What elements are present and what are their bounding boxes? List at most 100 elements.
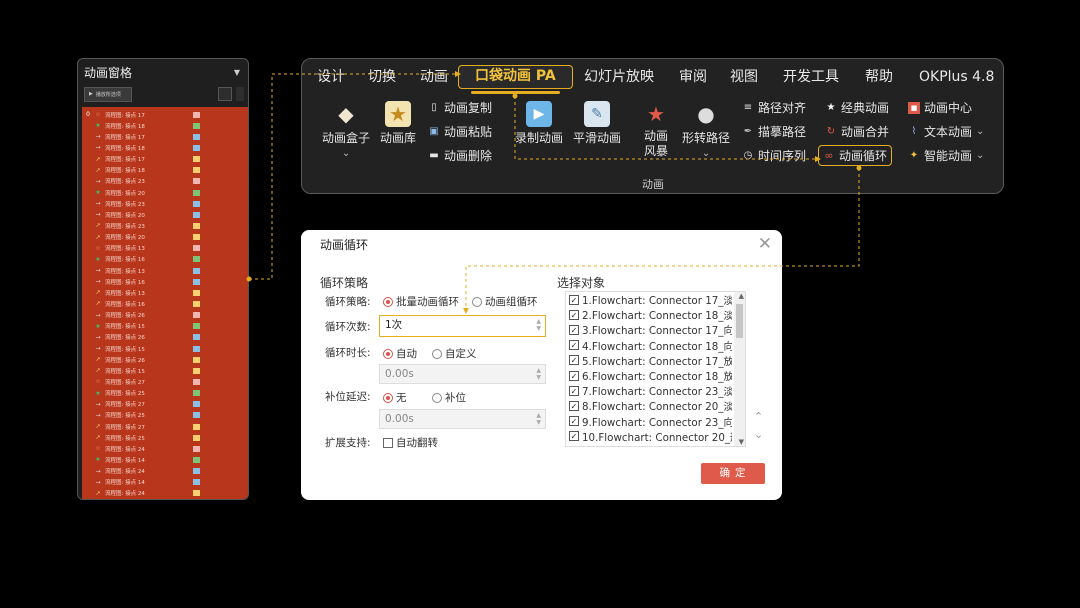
animation-list-item[interactable]: ↗ 流程图: 接点 17 [82,154,248,165]
tab-animations[interactable]: 动画 [420,65,448,89]
tab-transitions[interactable]: 切换 [368,65,396,89]
animation-list-item[interactable]: → 流程图: 接点 16 [82,276,248,287]
tab-developer[interactable]: 开发工具 [783,65,839,89]
checkbox-checked-icon[interactable]: ✓ [569,355,579,366]
spin-arrows-icon[interactable]: ▲ ▼ [536,412,541,426]
move-up-arrow-icon[interactable]: ⌃ [754,410,763,423]
animation-library-button[interactable]: ★ 动画库 [380,101,416,146]
animation-list-item[interactable]: ↗ 流程图: 接点 15 [82,365,248,376]
tab-help[interactable]: 帮助 [865,65,893,89]
target-list-item[interactable]: ✓ 5.Flowchart: Connector 17_放 [566,353,745,368]
tab-review[interactable]: 审阅 [679,65,707,89]
target-list-item[interactable]: ✓ 6.Flowchart: Connector 18_放 [566,368,745,383]
move-up-button[interactable] [218,87,232,101]
strategy-batch-radio[interactable]: 批量动画循环 [383,294,459,309]
animation-list-item[interactable]: ★ 流程图: 接点 18 [82,120,248,131]
text-animation-button[interactable]: ⌇ 文本动画 ⌄ [908,123,985,140]
animation-list-item[interactable]: → 流程图: 接点 23 [82,198,248,209]
shape-to-path-button[interactable]: ● 形转路径 ⌄ [682,101,730,159]
close-icon[interactable]: ✕ [758,234,772,254]
animation-list-item[interactable]: → 流程图: 接点 26 [82,310,248,321]
copy-animation-button[interactable]: ▯ 动画复制 [428,99,492,116]
animation-list-item[interactable]: ↗ 流程图: 接点 16 [82,298,248,309]
loop-count-stepper[interactable]: 1次 ▲ ▼ [379,315,546,337]
pane-menu-chevron-icon[interactable]: ▼ [234,68,240,77]
animation-list-item[interactable]: ★ 流程图: 接点 14 [82,454,248,465]
scroll-thumb[interactable] [736,304,743,338]
animation-list-item[interactable]: ☆ 流程图: 接点 13 [82,243,248,254]
checkbox-checked-icon[interactable]: ✓ [569,340,579,351]
merge-animation-button[interactable]: ↻ 动画合并 [825,123,889,140]
checkbox-checked-icon[interactable]: ✓ [569,431,579,442]
spin-arrows-icon[interactable]: ▲ ▼ [536,318,541,332]
animation-list-item[interactable]: → 流程图: 接点 14 [82,477,248,488]
animation-list-item[interactable]: ★ 流程图: 接点 16 [82,254,248,265]
move-down-button[interactable] [236,87,244,101]
animation-list-item[interactable]: ★ 流程图: 接点 25 [82,388,248,399]
tab-slideshow[interactable]: 幻灯片放映 [584,65,654,89]
timeline-button[interactable]: ◷ 时间序列 [742,147,806,164]
move-down-arrow-icon[interactable]: ⌄ [754,428,763,441]
smooth-animation-button[interactable]: ✎ 平滑动画 [573,101,621,146]
checkbox-checked-icon[interactable]: ✓ [569,385,579,396]
target-list-item[interactable]: ✓ 9.Flowchart: Connector 23_向 [566,414,745,429]
animation-list-item[interactable]: → 流程图: 接点 20 [82,209,248,220]
animation-storm-button[interactable]: ★ 动画风暴 [643,101,669,159]
tab-design[interactable]: 设计 [317,65,345,89]
target-list-item[interactable]: ✓ 4.Flowchart: Connector 18_向 [566,338,745,353]
spin-arrows-icon[interactable]: ▲ ▼ [536,367,541,381]
checkbox-checked-icon[interactable]: ✓ [569,324,579,335]
duration-auto-radio[interactable]: 自动 [383,346,417,361]
target-list-item[interactable]: ✓ 8.Flowchart: Connector 20_淡 [566,398,745,413]
ok-button[interactable]: 确定 [701,463,765,484]
animation-list-item[interactable]: ↗ 流程图: 接点 23 [82,220,248,231]
animation-list-item[interactable]: → 流程图: 接点 13 [82,265,248,276]
paste-animation-button[interactable]: ▣ 动画粘贴 [428,123,492,140]
delay-fill-radio[interactable]: 补位 [432,390,466,405]
loop-animation-button[interactable]: ∞ 动画循环 [818,145,893,166]
animation-list-item[interactable]: → 流程图: 接点 26 [82,332,248,343]
checkbox-checked-icon[interactable]: ✓ [569,370,579,381]
list-scrollbar[interactable]: ▲ ▼ [734,292,745,446]
smart-animation-button[interactable]: ✦ 智能动画 ⌄ [908,147,985,164]
animation-list-item[interactable]: ↗ 流程图: 接点 26 [82,354,248,365]
target-list-item[interactable]: ✓ 7.Flowchart: Connector 23_淡 [566,383,745,398]
animation-list-item[interactable]: → 流程图: 接点 23 [82,176,248,187]
animation-list-item[interactable]: → 流程图: 接点 18 [82,142,248,153]
checkbox-checked-icon[interactable]: ✓ [569,309,579,320]
delay-none-radio[interactable]: 无 [383,390,407,405]
animation-list-item[interactable]: ★ 流程图: 接点 15 [82,321,248,332]
play-selected-button[interactable]: ▶ 播放所选项 [84,86,132,102]
animation-list-item[interactable]: → 流程图: 接点 25 [82,410,248,421]
animation-list-item[interactable]: ☆ 流程图: 接点 24 [82,443,248,454]
checkbox-checked-icon[interactable]: ✓ [569,400,579,411]
animation-list-item[interactable]: ★ 流程图: 接点 20 [82,187,248,198]
auto-flip-checkbox[interactable]: 自动翻转 [383,435,438,450]
delete-animation-button[interactable]: ▬ 动画删除 [428,147,492,164]
animation-list-item[interactable]: 0 ☆ 流程图: 接点 17 [82,109,248,120]
target-object-list[interactable]: ✓ 1.Flowchart: Connector 17_淡 ✓ 2.Flowchart… [565,291,746,447]
animation-center-button[interactable]: ■ 动画中心 [908,99,972,116]
duration-custom-radio[interactable]: 自定义 [432,346,477,361]
animation-list-item[interactable]: ↗ 流程图: 接点 20 [82,232,248,243]
animation-list-item[interactable]: ↗ 流程图: 接点 24 [82,488,248,499]
delay-stepper[interactable]: 0.00s ▲ ▼ [379,409,546,429]
strategy-group-radio[interactable]: 动画组循环 [472,294,538,309]
animation-list-item[interactable]: → 流程图: 接点 24 [82,466,248,477]
target-list-item[interactable]: ✓ 1.Flowchart: Connector 17_淡 [566,292,745,307]
record-animation-button[interactable]: ▶ 录制动画 [515,101,563,146]
animation-list-item[interactable]: → 流程图: 接点 15 [82,343,248,354]
target-list-item[interactable]: ✓ 10.Flowchart: Connector 20_形 [566,429,745,444]
animation-list-item[interactable]: → 流程图: 接点 17 [82,131,248,142]
scroll-down-icon[interactable]: ▼ [739,438,744,446]
animation-box-button[interactable]: ◆ 动画盒子 ⌄ [322,101,370,159]
target-list-item[interactable]: ✓ 3.Flowchart: Connector 17_向 [566,322,745,337]
checkbox-checked-icon[interactable]: ✓ [569,294,579,305]
classic-animation-button[interactable]: ★ 经典动画 [825,99,890,116]
animation-list-item[interactable]: ↗ 流程图: 接点 27 [82,421,248,432]
tab-view[interactable]: 视图 [730,65,758,89]
duration-stepper[interactable]: 0.00s ▲ ▼ [379,364,546,384]
animation-list-item[interactable]: → 流程图: 接点 27 [82,399,248,410]
animation-list-item[interactable]: ↗ 流程图: 接点 18 [82,165,248,176]
animation-list-item[interactable]: ☆ 流程图: 接点 27 [82,376,248,387]
